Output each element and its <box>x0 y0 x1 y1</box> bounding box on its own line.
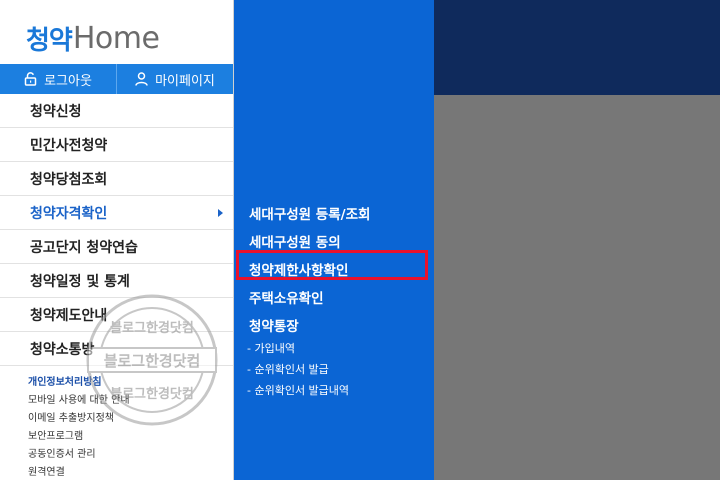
menu-item-apply[interactable]: 청약신청 <box>0 94 233 128</box>
security-program-link[interactable]: 보안프로그램 <box>28 428 130 446</box>
submenu-household-consent[interactable]: 세대구성원 동의 <box>249 231 341 251</box>
site-logo[interactable]: 청약 Home <box>26 18 160 58</box>
footer-links: 개인정보처리방침 모바일 사용에 대한 안내 이메일 추출방지정책 보안프로그램… <box>28 374 130 480</box>
remote-connect-link[interactable]: 원격연결 <box>28 464 130 480</box>
menu-item-private-pre-subscription[interactable]: 민간사전청약 <box>0 128 233 162</box>
main-menu: 청약신청 민간사전청약 청약당첨조회 청약자격확인 공고단지 청약연습 청약일정… <box>0 94 233 366</box>
menu-item-label: 민간사전청약 <box>30 137 108 154</box>
menu-item-eligibility-check[interactable]: 청약자격확인 <box>0 196 233 230</box>
submenu-rank-certificate-history[interactable]: - 순위확인서 발급내역 <box>247 382 349 398</box>
logo-mark: 청약 <box>26 25 73 56</box>
logout-button[interactable]: 로그아웃 <box>0 64 116 94</box>
logout-label: 로그아웃 <box>44 73 92 89</box>
menu-item-label: 공고단지 청약연습 <box>30 239 138 256</box>
menu-item-communication[interactable]: 청약소통방 <box>0 332 233 366</box>
menu-item-label: 청약제도안내 <box>30 307 108 324</box>
menu-item-label: 청약일정 및 통계 <box>30 273 130 290</box>
header-band <box>434 0 720 95</box>
mobile-guide-link[interactable]: 모바일 사용에 대한 안내 <box>28 392 130 410</box>
left-sidebar: 청약 Home 로그아웃 마이페이지 청약신청 민간사전청약 청약당첨조회 청약… <box>0 0 234 480</box>
user-bar: 로그아웃 마이페이지 <box>0 64 233 94</box>
menu-item-label: 청약소통방 <box>30 341 95 358</box>
menu-item-schedule-stats[interactable]: 청약일정 및 통계 <box>0 264 233 298</box>
logo-home-text: Home <box>72 20 160 56</box>
submenu-subscription-history[interactable]: - 가입내역 <box>247 340 295 356</box>
submenu-rank-certificate[interactable]: - 순위확인서 발급 <box>247 361 329 377</box>
unlock-icon <box>24 72 37 86</box>
submenu-savings-account[interactable]: 청약통장 <box>249 315 299 335</box>
menu-item-label: 청약신청 <box>30 103 82 120</box>
submenu-panel: 세대구성원 등록/조회 세대구성원 동의 청약제한사항확인 주택소유확인 청약통… <box>234 0 434 480</box>
chevron-right-icon <box>218 209 223 217</box>
submenu-restriction-check[interactable]: 청약제한사항확인 <box>249 259 348 279</box>
menu-item-practice[interactable]: 공고단지 청약연습 <box>0 230 233 264</box>
certificate-link[interactable]: 공동인증서 관리 <box>28 446 130 464</box>
overlay-area <box>434 95 720 480</box>
email-policy-link[interactable]: 이메일 추출방지정책 <box>28 410 130 428</box>
menu-item-system-guide[interactable]: 청약제도안내 <box>0 298 233 332</box>
mypage-button[interactable]: 마이페이지 <box>116 64 233 94</box>
menu-item-label: 청약당첨조회 <box>30 171 108 188</box>
submenu-household-register[interactable]: 세대구성원 등록/조회 <box>249 203 370 223</box>
submenu-house-ownership[interactable]: 주택소유확인 <box>249 287 324 307</box>
user-icon <box>135 72 148 86</box>
privacy-policy-link[interactable]: 개인정보처리방침 <box>28 374 130 392</box>
menu-item-label: 청약자격확인 <box>30 205 108 222</box>
menu-item-winning-lookup[interactable]: 청약당첨조회 <box>0 162 233 196</box>
mypage-label: 마이페이지 <box>155 73 215 89</box>
